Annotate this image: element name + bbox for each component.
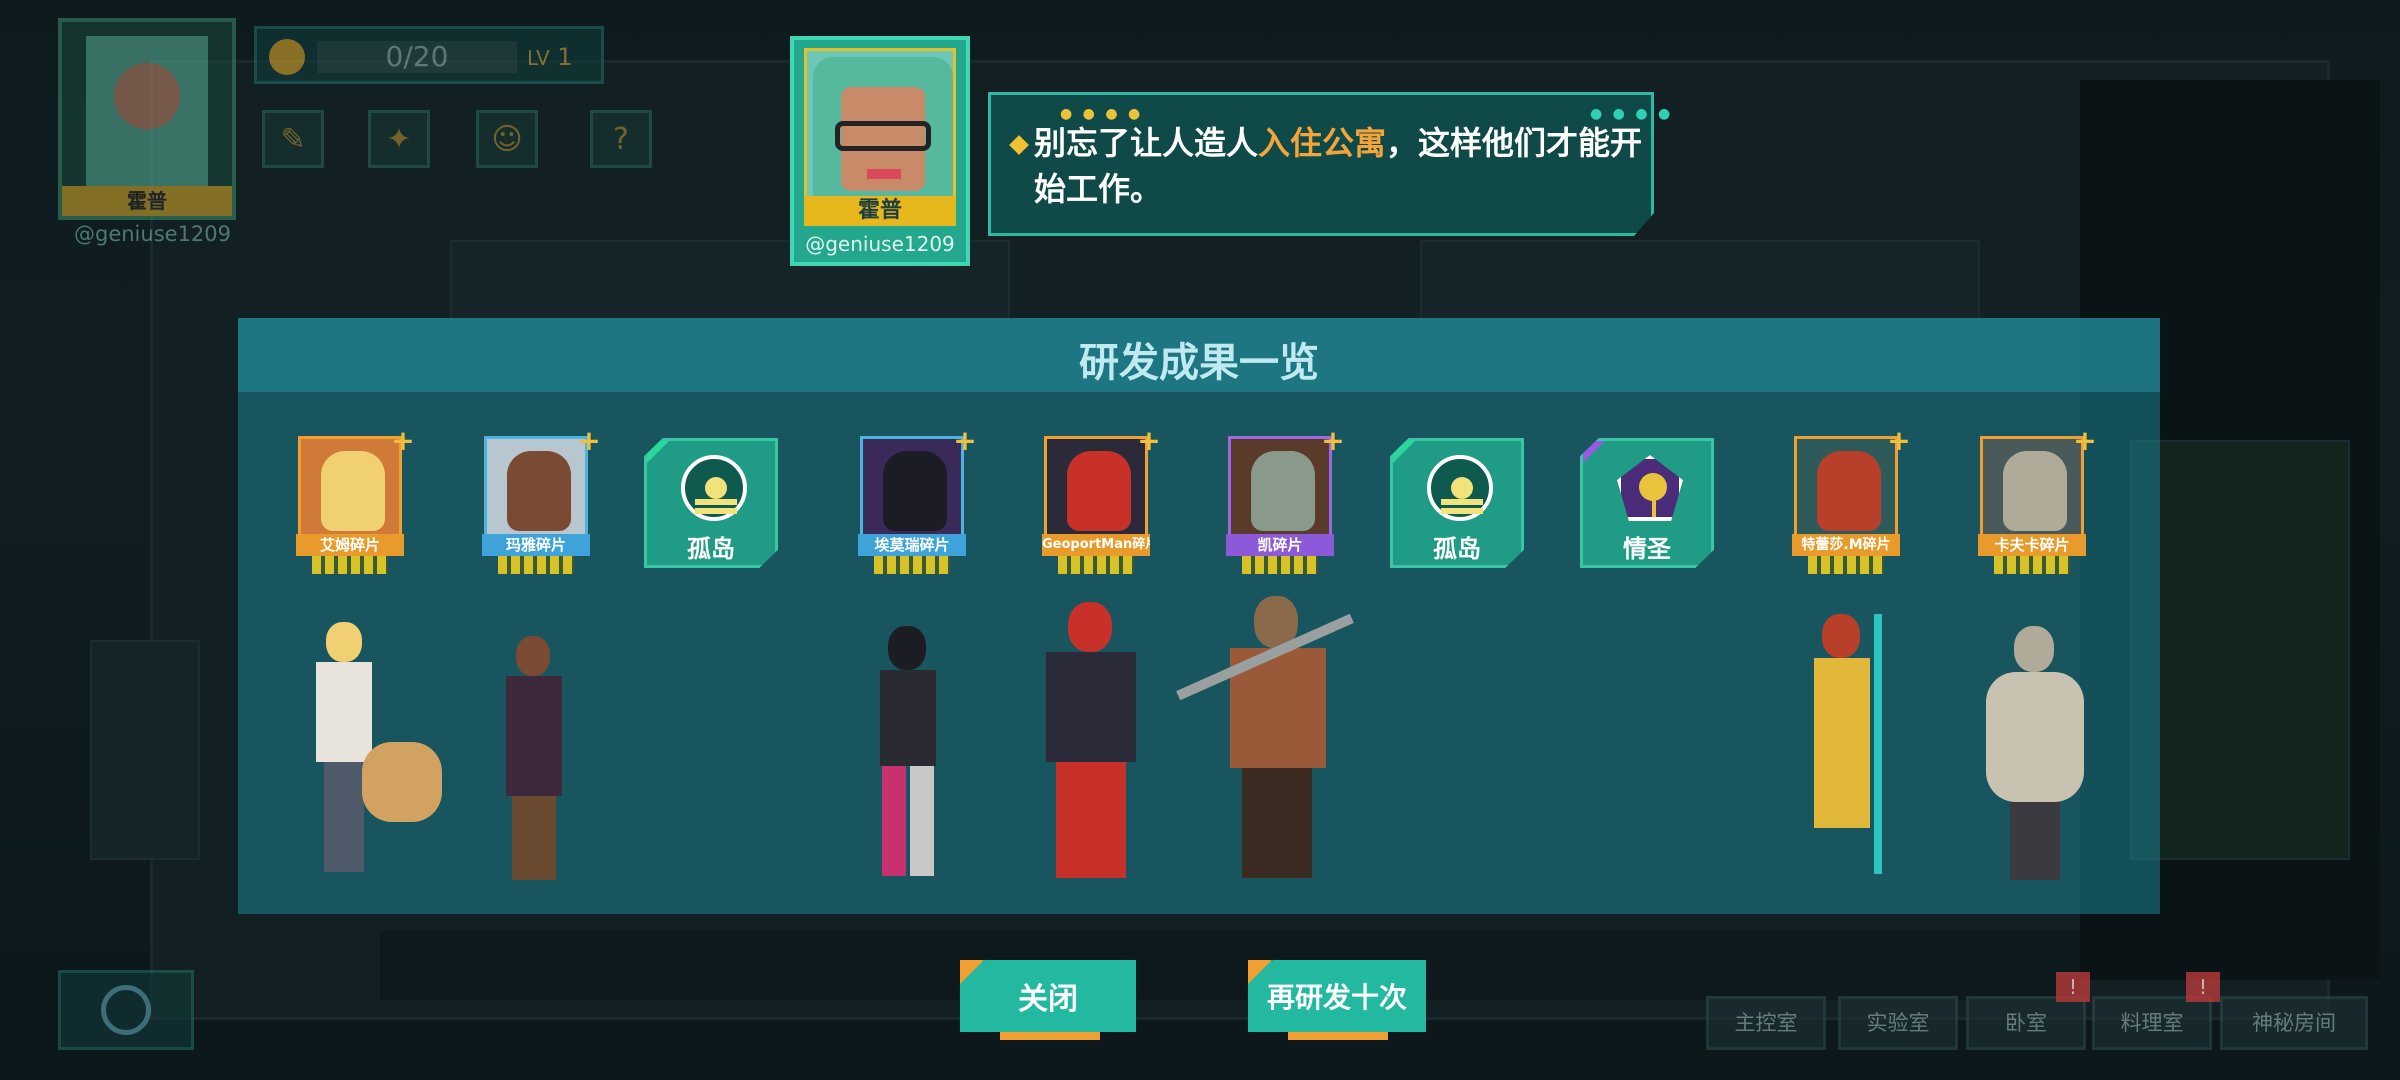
exp-value: 0/20 — [385, 40, 449, 73]
result-item-4[interactable]: 埃莫瑞碎片 + — [858, 427, 977, 574]
help-button[interactable]: ? — [590, 110, 652, 168]
plus-icon: + — [391, 424, 415, 457]
fragment-pips — [1242, 556, 1318, 574]
result-item-8[interactable]: 情圣 — [1580, 438, 1714, 568]
plus-icon: + — [2073, 424, 2097, 457]
results-title: 研发成果一览 — [1079, 340, 1319, 386]
result-item-label: 埃莫瑞碎片 — [858, 534, 966, 556]
smile-button[interactable]: ☺ — [476, 110, 538, 168]
fragment-pips — [1808, 556, 1884, 574]
plus-icon: + — [1321, 424, 1345, 457]
glasses-icon — [835, 121, 931, 151]
player-avatar[interactable]: 霍普 — [58, 18, 236, 220]
bedroom-alert-icon: ! — [2056, 972, 2090, 1002]
player-handle: @geniuse1209 — [74, 222, 232, 246]
npc-portrait-image — [804, 48, 956, 200]
level-prefix: LV — [527, 46, 550, 70]
result-item-label: 卡夫卡碎片 — [1978, 534, 2086, 556]
level-display: LV 1 — [527, 41, 573, 74]
flashlight-button[interactable]: ✦ — [368, 110, 430, 168]
island-icon — [1427, 455, 1493, 521]
plus-icon: + — [953, 424, 977, 457]
sprite-kafka — [1980, 626, 2090, 884]
player-face — [86, 36, 208, 186]
note-icon: ✎ — [280, 121, 306, 157]
sprite-kai — [1170, 592, 1370, 884]
fragment-pips — [874, 556, 950, 574]
nav-tab-lab[interactable]: 实验室 — [1838, 996, 1958, 1050]
sprite-teresa — [1800, 614, 1900, 884]
result-item-label: 情圣 — [1623, 535, 1671, 563]
result-item-2[interactable]: 玛雅碎片 + — [482, 427, 601, 574]
sprite-maya — [494, 636, 574, 884]
smile-icon: ☺ — [491, 121, 523, 157]
result-item-6[interactable]: 凯碎片 + — [1226, 427, 1345, 574]
sprite-geoportman — [1030, 602, 1152, 884]
result-item-5[interactable]: GeoportMan碎片 + — [1042, 427, 1161, 574]
research-ten-again-button[interactable]: 再研发十次 — [1248, 960, 1426, 1032]
result-item-label: 玛雅碎片 — [482, 534, 590, 556]
nav-tab-mystery-room[interactable]: 神秘房间 — [2220, 996, 2368, 1050]
result-item-label: 孤岛 — [687, 535, 735, 563]
fragment-pips — [1058, 556, 1134, 574]
level-value: 1 — [557, 43, 573, 71]
close-button[interactable]: 关闭 — [960, 960, 1136, 1032]
help-icon: ? — [613, 121, 629, 157]
result-item-label: 特蕾莎.M碎片 — [1792, 534, 1900, 556]
nav-tab-bedroom[interactable]: 卧室 — [1966, 996, 2086, 1050]
result-item-9[interactable]: 特蕾莎.M碎片 + — [1792, 427, 1911, 574]
rose-icon — [1617, 455, 1683, 521]
player-name: 霍普 — [62, 186, 232, 216]
sprite-aim — [296, 622, 446, 884]
npc-handle: @geniuse1209 — [805, 232, 955, 256]
result-item-label: 孤岛 — [1433, 535, 1481, 563]
island-icon — [681, 455, 747, 521]
globe-icon — [101, 985, 151, 1035]
plus-icon: + — [1137, 424, 1161, 457]
result-item-3[interactable]: 孤岛 — [644, 438, 778, 568]
exp-bar: 0/20 LV 1 — [254, 26, 604, 84]
fragment-pips — [312, 556, 388, 574]
result-item-1[interactable]: 艾姆碎片 + — [296, 427, 415, 574]
fragment-pips — [1994, 556, 2070, 574]
result-item-7[interactable]: 孤岛 — [1390, 438, 1524, 568]
plus-icon: + — [577, 424, 601, 457]
fragment-pips — [498, 556, 574, 574]
result-item-label: GeoportMan碎片 — [1042, 534, 1150, 556]
dialogue-text: 别忘了让人造人入住公寓，这样他们才能开始工作。 — [1034, 120, 1644, 212]
nav-tab-kitchen[interactable]: 料理室 — [2092, 996, 2212, 1050]
dialogue-text-start: 别忘了让人造人 — [1034, 124, 1259, 162]
happiness-icon — [269, 39, 305, 75]
npc-name: 霍普 — [804, 196, 956, 226]
result-item-10[interactable]: 卡夫卡碎片 + — [1978, 427, 2097, 574]
sprite-emory — [858, 626, 958, 884]
result-item-label: 艾姆碎片 — [296, 534, 404, 556]
plus-icon: + — [1887, 424, 1911, 457]
result-item-label: 凯碎片 — [1226, 534, 1334, 556]
flashlight-icon: ✦ — [386, 121, 412, 157]
dialogue-highlight: 入住公寓 — [1258, 124, 1387, 162]
kitchen-alert-icon: ! — [2186, 972, 2220, 1002]
note-button[interactable]: ✎ — [262, 110, 324, 168]
nav-tab-control-room[interactable]: 主控室 — [1706, 996, 1826, 1050]
world-map-button[interactable] — [58, 970, 194, 1050]
